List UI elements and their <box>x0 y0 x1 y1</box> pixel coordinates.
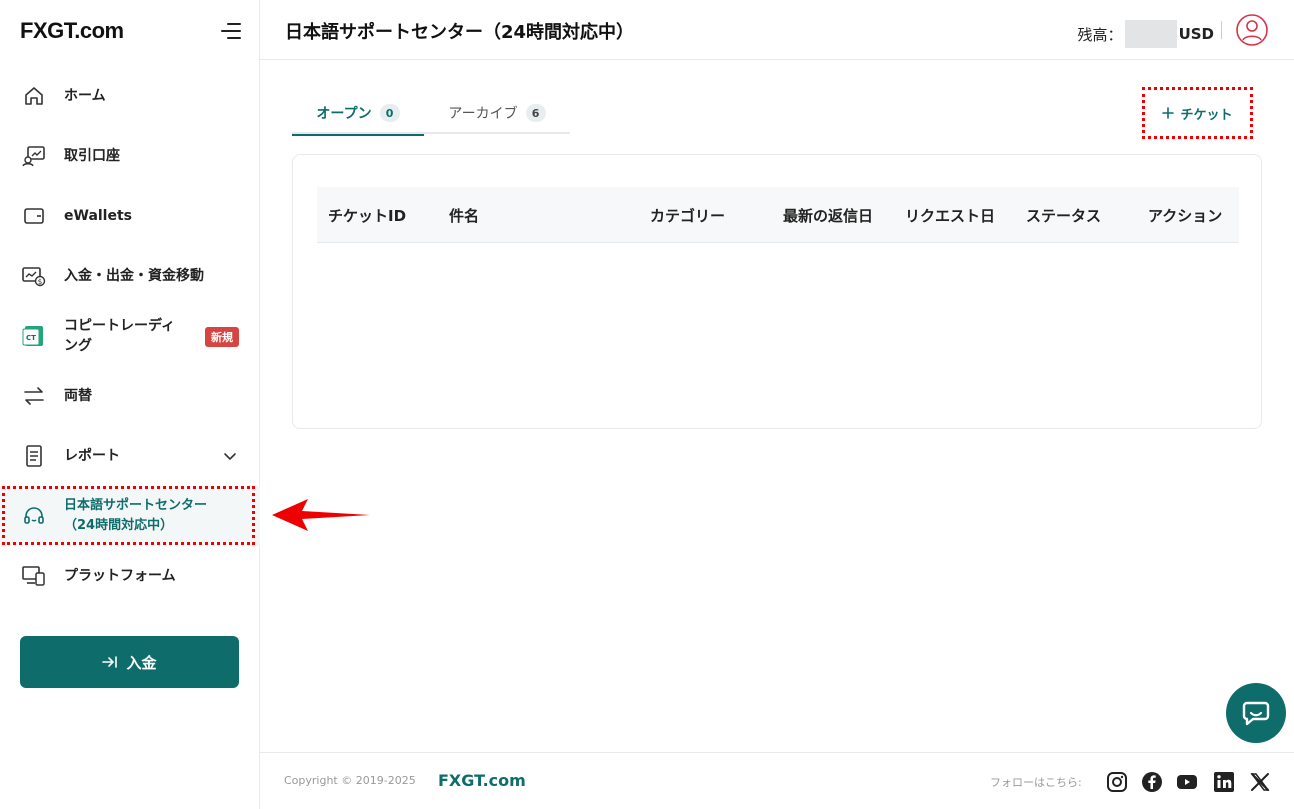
user-avatar-icon[interactable] <box>1236 14 1268 46</box>
logo-part: GT <box>47 18 75 43</box>
live-chat-button[interactable] <box>1226 683 1286 743</box>
plus-icon <box>1162 107 1175 119</box>
balance-label: 残高： <box>1077 25 1123 44</box>
tab-label: アーカイブ <box>448 106 518 122</box>
sidebar-item-label: コピートレーディング <box>64 318 176 354</box>
column-header[interactable]: 最新の返信日 <box>783 205 873 226</box>
menu-toggle-icon[interactable] <box>220 21 242 41</box>
exchange-icon <box>22 384 46 408</box>
tab-count: 6 <box>525 104 546 122</box>
chat-icon <box>1242 701 1270 726</box>
chevron-down-icon[interactable] <box>222 448 238 464</box>
balance-currency: USD <box>1178 25 1214 43</box>
linkedin-icon[interactable] <box>1213 771 1235 793</box>
tab-open[interactable]: オープン 0 <box>292 92 424 136</box>
logo-row: FXGT.com <box>20 16 242 46</box>
report-icon <box>22 444 46 468</box>
sidebar-item-ewallets[interactable]: eWallets <box>0 186 260 246</box>
trading-account-icon <box>22 144 46 168</box>
svg-text:$: $ <box>38 278 42 286</box>
sidebar-item-label: 両替 <box>64 388 92 404</box>
new-ticket-label: チケット <box>1180 107 1233 123</box>
new-badge: 新規 <box>205 327 239 347</box>
deposit-button[interactable]: 入金 <box>20 636 239 688</box>
tab-count: 0 <box>379 104 400 122</box>
copy-trading-icon: CT <box>22 324 46 348</box>
sidebar-item-label: 日本語サポートセンター（24時間対応中） <box>64 498 208 533</box>
balance-masked-value <box>1124 20 1177 48</box>
follow-label: フォローはこちら: <box>990 776 1082 789</box>
tab-archive[interactable]: アーカイブ 6 <box>424 92 570 134</box>
sidebar-item-label: eWallets <box>64 208 133 224</box>
copyright-text: Copyright © 2019-2025 <box>284 774 416 787</box>
fxgt-logo[interactable]: FXGT.com <box>20 18 124 44</box>
column-header[interactable]: ステータス <box>1026 205 1101 226</box>
page-title: 日本語サポートセンター（24時間対応中） <box>285 22 635 43</box>
facebook-icon[interactable] <box>1141 771 1163 793</box>
sidebar-item-report[interactable]: レポート <box>0 426 260 486</box>
svg-text:CT: CT <box>26 334 36 342</box>
sidebar-item-label: 入金・出金・資金移動 <box>64 268 204 284</box>
sidebar-item-label: 取引口座 <box>64 148 120 164</box>
red-arrow-icon <box>272 499 370 531</box>
column-header[interactable]: チケットID <box>328 205 406 226</box>
platform-icon <box>22 564 46 588</box>
balance-display: 残高： USD <box>1078 20 1214 48</box>
new-ticket-button[interactable]: チケット <box>1142 87 1253 139</box>
deposit-label: 入金 <box>126 653 157 672</box>
header-divider <box>1221 21 1222 39</box>
logo-part: FX <box>20 18 48 43</box>
sidebar-nav: ホーム 取引口座 eWallets $ 入金・出金・資金移動 CT コピートレー… <box>0 66 260 606</box>
sidebar-item-label: プラットフォーム <box>64 568 176 584</box>
sidebar-item-support-center[interactable]: 日本語サポートセンター（24時間対応中） <box>0 486 260 546</box>
instagram-icon[interactable] <box>1106 771 1128 793</box>
column-header[interactable]: リクエスト日 <box>905 205 995 226</box>
ticket-tabs: オープン 0 アーカイブ 6 <box>292 92 570 136</box>
sidebar-item-label: レポート <box>64 448 120 464</box>
home-icon <box>22 84 46 108</box>
sidebar: FXGT.com ホーム 取引口座 eWallets $ 入金・出金・資金移動 … <box>0 0 260 809</box>
sidebar-item-funds[interactable]: $ 入金・出金・資金移動 <box>0 246 260 306</box>
headset-icon <box>22 504 46 528</box>
x-twitter-icon[interactable] <box>1249 771 1271 793</box>
top-header: 日本語サポートセンター（24時間対応中） 残高： USD <box>260 0 1294 60</box>
youtube-icon[interactable] <box>1176 771 1198 793</box>
sidebar-item-home[interactable]: ホーム <box>0 66 260 126</box>
table-header: チケットID 件名 カテゴリー 最新の返信日 リクエスト日 ステータス アクショ… <box>317 187 1239 243</box>
footer: Copyright © 2019-2025 FXGT.com フォローはこちら: <box>260 752 1294 809</box>
column-header[interactable]: アクション <box>1148 205 1222 226</box>
wallet-icon <box>22 204 46 228</box>
column-header[interactable]: カテゴリー <box>650 205 725 226</box>
column-header[interactable]: 件名 <box>449 205 479 226</box>
funds-transfer-icon: $ <box>22 264 46 288</box>
sidebar-item-label: ホーム <box>64 88 106 104</box>
footer-logo[interactable]: FXGT.com <box>438 771 526 790</box>
logo-part: .com <box>74 18 124 43</box>
sidebar-item-trading-account[interactable]: 取引口座 <box>0 126 260 186</box>
sidebar-item-copy-trading[interactable]: CT コピートレーディング 新規 <box>0 306 260 366</box>
tab-label: オープン <box>316 106 372 122</box>
login-arrow-icon <box>102 656 118 668</box>
ticket-table-card: チケットID 件名 カテゴリー 最新の返信日 リクエスト日 ステータス アクショ… <box>292 154 1262 429</box>
sidebar-item-exchange[interactable]: 両替 <box>0 366 260 426</box>
sidebar-item-platform[interactable]: プラットフォーム <box>0 546 260 606</box>
